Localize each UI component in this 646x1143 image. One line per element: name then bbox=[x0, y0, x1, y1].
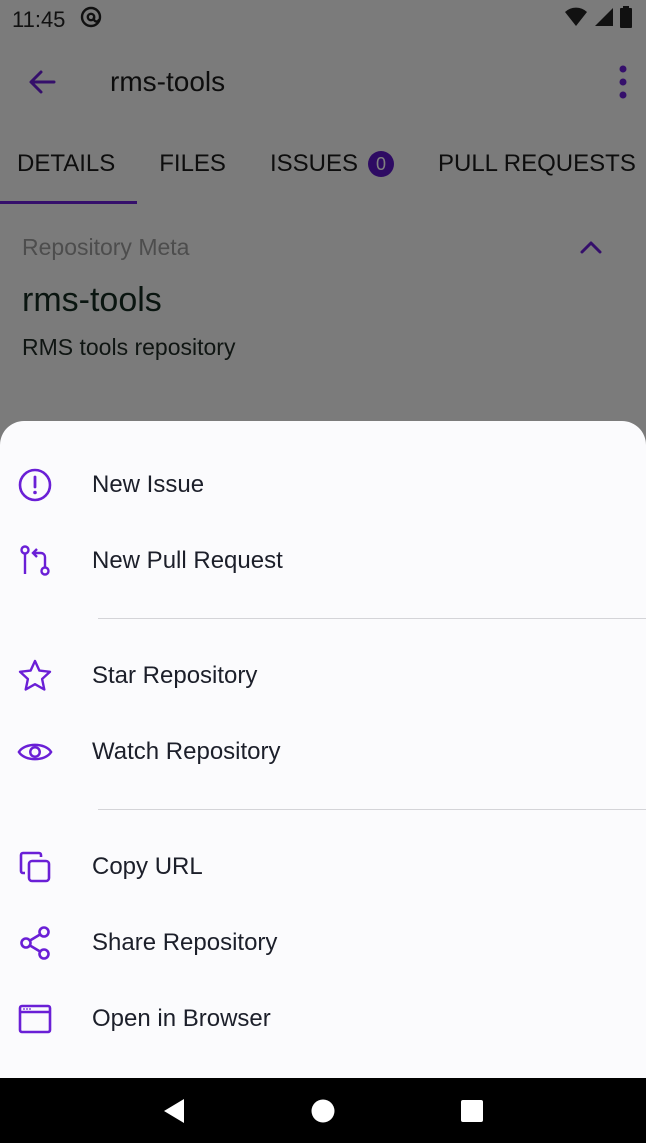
menu-item-new-issue[interactable]: New Issue bbox=[0, 447, 646, 523]
star-icon bbox=[17, 658, 53, 694]
bottom-sheet: New Issue New Pull Request Star Reposito… bbox=[0, 421, 646, 1078]
divider bbox=[98, 809, 646, 810]
menu-item-label: New Pull Request bbox=[92, 547, 283, 574]
copy-icon bbox=[17, 849, 53, 885]
pull-request-icon bbox=[17, 543, 53, 579]
menu-item-share-repository[interactable]: Share Repository bbox=[0, 905, 646, 981]
browser-icon bbox=[17, 1001, 53, 1037]
menu-item-open-in-browser[interactable]: Open in Browser bbox=[0, 981, 646, 1057]
alert-circle-icon bbox=[17, 467, 53, 503]
menu-item-label: Watch Repository bbox=[92, 738, 281, 765]
eye-icon bbox=[17, 734, 53, 770]
share-icon bbox=[17, 925, 53, 961]
back-triangle-icon[interactable] bbox=[160, 1097, 188, 1125]
menu-item-label: Open in Browser bbox=[92, 1005, 271, 1032]
recents-square-icon[interactable] bbox=[458, 1097, 486, 1125]
menu-item-star-repository[interactable]: Star Repository bbox=[0, 638, 646, 714]
system-navigation-bar bbox=[0, 1078, 646, 1143]
menu-item-label: New Issue bbox=[92, 471, 205, 498]
divider bbox=[98, 618, 646, 619]
menu-item-label: Share Repository bbox=[92, 929, 278, 956]
menu-item-label: Star Repository bbox=[92, 662, 258, 689]
menu-item-watch-repository[interactable]: Watch Repository bbox=[0, 714, 646, 790]
menu-item-new-pull-request[interactable]: New Pull Request bbox=[0, 523, 646, 599]
menu-item-copy-url[interactable]: Copy URL bbox=[0, 829, 646, 905]
home-circle-icon[interactable] bbox=[309, 1097, 337, 1125]
menu-item-label: Copy URL bbox=[92, 853, 203, 880]
